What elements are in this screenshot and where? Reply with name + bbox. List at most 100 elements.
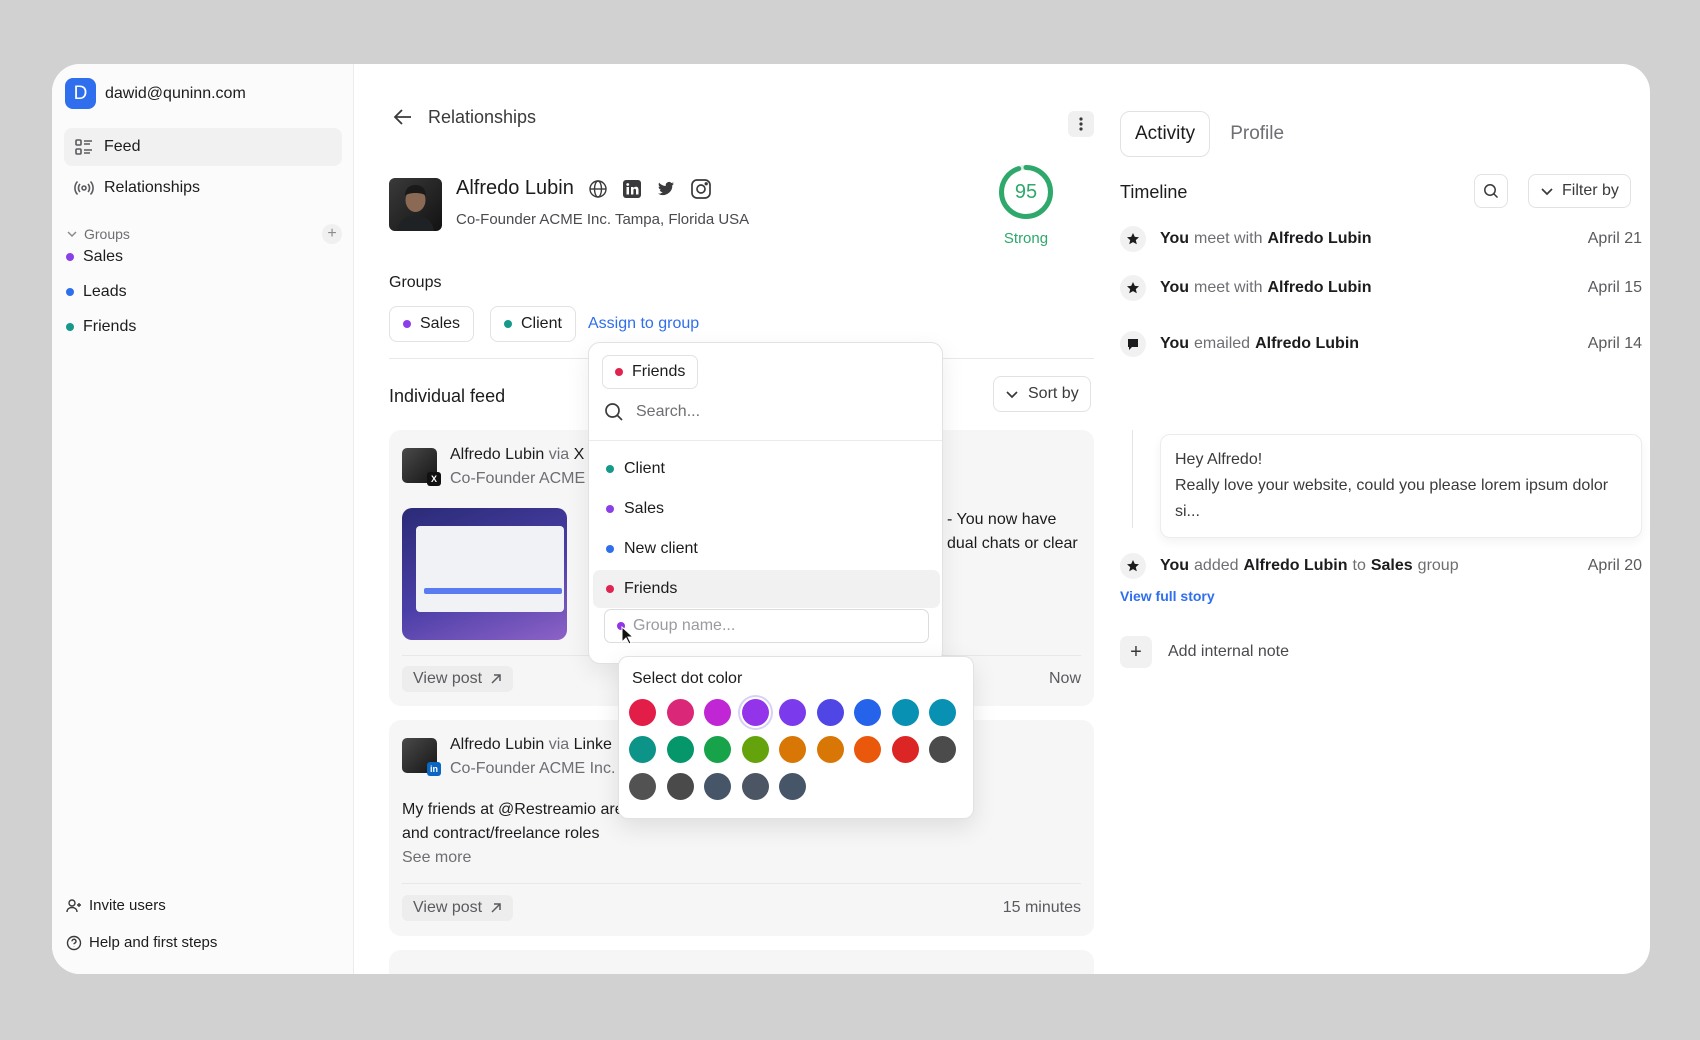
group-option-new-client[interactable]: New client bbox=[593, 530, 940, 568]
color-swatch[interactable] bbox=[741, 773, 769, 800]
post-title: Alfredo Lubin via X bbox=[450, 446, 584, 464]
color-swatch[interactable] bbox=[929, 736, 956, 763]
group-chip-client[interactable]: Client bbox=[490, 306, 576, 342]
event-date: April 14 bbox=[1587, 335, 1642, 352]
post-text-line: - You now have bbox=[947, 511, 1057, 528]
color-swatch[interactable] bbox=[929, 699, 956, 726]
invite-users-label: Invite users bbox=[89, 897, 166, 914]
event-verb: to bbox=[1352, 557, 1366, 574]
chevron-down-icon bbox=[1006, 391, 1018, 399]
color-swatch[interactable] bbox=[629, 773, 656, 800]
color-swatch[interactable] bbox=[666, 736, 694, 763]
view-post-button[interactable]: View post bbox=[402, 895, 514, 921]
color-swatch[interactable] bbox=[629, 736, 656, 763]
more-options-button[interactable] bbox=[1068, 111, 1094, 137]
detail-tabs: Activity Profile bbox=[1120, 111, 1298, 157]
tab-profile[interactable]: Profile bbox=[1216, 111, 1298, 157]
instagram-icon[interactable] bbox=[690, 178, 712, 200]
breadcrumb: Relationships bbox=[392, 106, 536, 128]
help-link[interactable]: Help and first steps bbox=[66, 934, 217, 951]
post-source: Linke bbox=[573, 736, 612, 753]
add-group-button[interactable]: + bbox=[322, 224, 342, 244]
groups-section-header[interactable]: Groups + bbox=[66, 224, 342, 244]
timeline-event[interactable]: You added Alfredo Lubin to Sales group April … bbox=[1120, 553, 1642, 579]
group-dot bbox=[66, 253, 74, 261]
timeline-event[interactable]: You emailed Alfredo Lubin April 14 bbox=[1120, 331, 1642, 357]
color-swatch[interactable] bbox=[816, 736, 844, 763]
timeline-event[interactable]: You meet with Alfredo Lubin April 15 bbox=[1120, 275, 1642, 301]
groups-label: Groups bbox=[389, 274, 442, 291]
group-option-friends[interactable]: Friends bbox=[593, 570, 940, 608]
search-icon bbox=[605, 403, 623, 421]
chevron-down-icon bbox=[1541, 188, 1553, 196]
assign-to-group-link[interactable]: Assign to group bbox=[588, 315, 699, 333]
group-name-field[interactable] bbox=[604, 609, 929, 643]
group-option-client[interactable]: Client bbox=[593, 450, 940, 488]
group-name-input[interactable] bbox=[633, 617, 893, 635]
group-chip-sales[interactable]: Sales bbox=[389, 306, 475, 342]
tab-activity[interactable]: Activity bbox=[1120, 111, 1211, 157]
color-swatch[interactable] bbox=[816, 699, 844, 726]
account-avatar: D bbox=[65, 78, 96, 109]
add-internal-note[interactable]: + Add internal note bbox=[1120, 636, 1289, 668]
color-swatch[interactable] bbox=[741, 736, 769, 763]
search-placeholder: Search... bbox=[636, 403, 701, 420]
back-arrow-icon[interactable] bbox=[392, 106, 414, 128]
event-actor: You bbox=[1160, 557, 1190, 574]
view-full-story-link[interactable]: View full story bbox=[1120, 588, 1215, 604]
event-date: April 21 bbox=[1587, 230, 1642, 247]
star-icon bbox=[1120, 226, 1146, 252]
invite-users-link[interactable]: Invite users bbox=[66, 897, 166, 914]
sidebar-item-relationships[interactable]: Relationships bbox=[64, 169, 342, 207]
post-source: X bbox=[573, 446, 585, 463]
divider bbox=[589, 440, 942, 441]
group-search[interactable]: Search... bbox=[604, 402, 700, 422]
color-swatch[interactable] bbox=[779, 736, 806, 763]
view-post-label: View post bbox=[413, 670, 483, 687]
star-icon bbox=[1120, 553, 1146, 579]
event-verb: emailed bbox=[1194, 335, 1251, 352]
color-swatch[interactable] bbox=[704, 699, 731, 726]
dot-color-picker: Select dot color bbox=[618, 656, 974, 819]
see-more-link[interactable]: See more bbox=[402, 846, 471, 870]
sidebar-group-friends[interactable]: Friends bbox=[66, 318, 136, 336]
color-swatch[interactable] bbox=[629, 699, 656, 726]
sidebar-group-sales[interactable]: Sales bbox=[66, 248, 123, 266]
view-post-button[interactable]: View post bbox=[402, 666, 514, 692]
color-swatch[interactable] bbox=[854, 736, 881, 763]
twitter-icon[interactable] bbox=[656, 179, 676, 199]
filter-by-button[interactable]: Filter by bbox=[1528, 174, 1631, 208]
event-actor: You bbox=[1160, 279, 1190, 296]
globe-icon[interactable] bbox=[588, 179, 608, 199]
color-swatch[interactable] bbox=[779, 773, 806, 800]
external-arrow-icon bbox=[491, 674, 501, 684]
group-option-sales[interactable]: Sales bbox=[593, 490, 940, 528]
sidebar-item-feed[interactable]: Feed bbox=[64, 128, 342, 166]
event-verb: meet with bbox=[1194, 279, 1263, 296]
color-swatch[interactable] bbox=[666, 773, 694, 800]
selected-group-chip[interactable]: Friends bbox=[602, 355, 699, 389]
color-swatch[interactable] bbox=[854, 699, 881, 726]
color-swatch[interactable] bbox=[741, 699, 769, 726]
color-swatch[interactable] bbox=[891, 736, 919, 763]
post-text-line: dual chats or clear bbox=[947, 535, 1078, 552]
view-post-label: View post bbox=[413, 899, 483, 916]
email-preview[interactable]: Hey Alfredo! Really love your website, c… bbox=[1160, 434, 1642, 538]
plus-icon: + bbox=[1120, 636, 1152, 668]
account-email: dawid@quninn.com bbox=[105, 84, 246, 102]
color-swatch[interactable] bbox=[666, 699, 694, 726]
account-switcher[interactable]: D dawid@quninn.com bbox=[65, 78, 246, 109]
post-image[interactable] bbox=[402, 508, 567, 640]
group-chip-label: Sales bbox=[420, 315, 461, 332]
timeline-search-button[interactable] bbox=[1474, 174, 1508, 208]
color-swatch[interactable] bbox=[779, 699, 806, 726]
color-swatch[interactable] bbox=[704, 736, 731, 763]
sidebar-group-leads[interactable]: Leads bbox=[66, 283, 127, 301]
timeline-event[interactable]: You meet with Alfredo Lubin April 21 bbox=[1120, 226, 1642, 252]
user-plus-icon bbox=[66, 898, 81, 912]
color-swatch[interactable] bbox=[891, 699, 919, 726]
linkedin-icon[interactable] bbox=[622, 179, 642, 199]
post-via: via bbox=[548, 446, 570, 463]
color-swatch[interactable] bbox=[704, 773, 731, 800]
sort-by-button[interactable]: Sort by bbox=[993, 376, 1091, 412]
